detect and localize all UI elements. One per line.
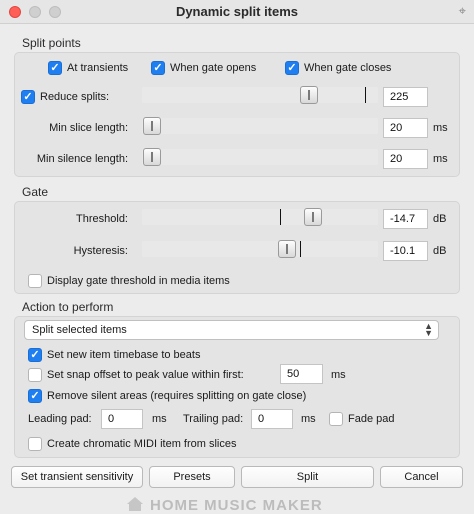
reduce-splits-slider-thumb[interactable] (300, 86, 318, 104)
at-transients-checkbox[interactable]: ✓ (48, 61, 62, 75)
cancel-button[interactable]: Cancel (380, 466, 463, 488)
chromatic-midi-label: Create chromatic MIDI item from slices (47, 438, 237, 450)
snap-offset-input[interactable]: 50 (280, 364, 323, 384)
action-heading: Action to perform (22, 300, 114, 314)
when-gate-opens-checkbox[interactable]: ✓ (151, 61, 165, 75)
min-silence-length-label: Min silence length: (36, 153, 128, 165)
min-silence-length-unit: ms (433, 153, 448, 165)
hysteresis-input[interactable]: -10.1 (383, 241, 428, 261)
reduce-splits-label: Reduce splits: (40, 91, 110, 103)
fade-pad-label: Fade pad (348, 413, 395, 425)
reduce-splits-checkbox[interactable]: ✓ (21, 90, 35, 104)
leading-pad-label: Leading pad: (28, 413, 92, 425)
min-slice-length-label: Min slice length: (49, 122, 128, 134)
when-gate-closes-checkbox[interactable]: ✓ (285, 61, 299, 75)
threshold-input[interactable]: -14.7 (383, 209, 428, 229)
min-silence-length-input[interactable]: 20 (383, 149, 428, 169)
set-timebase-label: Set new item timebase to beats (47, 349, 201, 361)
hysteresis-label: Hysteresis: (73, 245, 128, 257)
min-slice-length-slider-thumb[interactable] (143, 117, 161, 135)
action-select-value: Split selected items (32, 324, 127, 336)
min-slice-length-slider[interactable] (142, 118, 378, 134)
remove-silent-checkbox[interactable]: ✓ (28, 389, 42, 403)
when-gate-closes-label: When gate closes (304, 62, 392, 74)
window-title: Dynamic split items (175, 4, 299, 19)
gate-heading: Gate (22, 185, 49, 199)
reduce-splits-input[interactable]: 225 (383, 87, 428, 107)
snap-offset-unit: ms (331, 369, 346, 381)
trailing-pad-unit: ms (301, 413, 316, 425)
remove-silent-label: Remove silent areas (requires splitting … (47, 390, 307, 402)
set-transient-sensitivity-button[interactable]: Set transient sensitivity (11, 466, 143, 488)
threshold-slider-thumb[interactable] (304, 208, 322, 226)
snap-offset-checkbox[interactable] (28, 368, 42, 382)
hysteresis-slider-thumb[interactable] (278, 240, 296, 258)
hysteresis-slider[interactable] (142, 241, 378, 257)
action-select[interactable]: Split selected items ▲ ▼ (24, 320, 439, 340)
min-silence-length-slider-thumb[interactable] (143, 148, 161, 166)
hysteresis-unit: dB (433, 245, 447, 257)
house-logo-icon (127, 497, 143, 511)
threshold-unit: dB (433, 213, 447, 225)
split-points-heading: Split points (22, 36, 81, 50)
snap-offset-label: Set snap offset to peak value within fir… (47, 369, 244, 381)
threshold-marker (280, 209, 281, 225)
display-gate-threshold-label: Display gate threshold in media items (47, 275, 230, 287)
title-bar: Dynamic split items ⌖ (0, 0, 474, 24)
leading-pad-unit: ms (152, 413, 167, 425)
watermark-text: HOME MUSIC MAKER (150, 497, 323, 514)
leading-pad-input[interactable]: 0 (101, 409, 143, 429)
split-button[interactable]: Split (241, 466, 374, 488)
chromatic-midi-checkbox[interactable] (28, 437, 42, 451)
trailing-pad-input[interactable]: 0 (251, 409, 293, 429)
fade-pad-checkbox[interactable] (329, 412, 343, 426)
at-transients-label: At transients (67, 62, 129, 74)
hysteresis-marker (300, 241, 301, 257)
presets-button[interactable]: Presets (149, 466, 235, 488)
threshold-label: Threshold: (76, 213, 128, 225)
display-gate-threshold-checkbox[interactable] (28, 274, 42, 288)
when-gate-opens-label: When gate opens (170, 62, 257, 74)
min-silence-length-slider[interactable] (142, 149, 378, 165)
set-timebase-checkbox[interactable]: ✓ (28, 348, 42, 362)
threshold-slider[interactable] (142, 209, 378, 225)
chevron-updown-icon: ▲ ▼ (424, 321, 433, 338)
min-slice-length-unit: ms (433, 122, 448, 134)
pin-icon[interactable]: ⌖ (459, 3, 466, 19)
reduce-splits-marker (365, 87, 366, 103)
reduce-splits-slider[interactable] (142, 87, 378, 103)
trailing-pad-label: Trailing pad: (183, 413, 244, 425)
min-slice-length-input[interactable]: 20 (383, 118, 428, 138)
